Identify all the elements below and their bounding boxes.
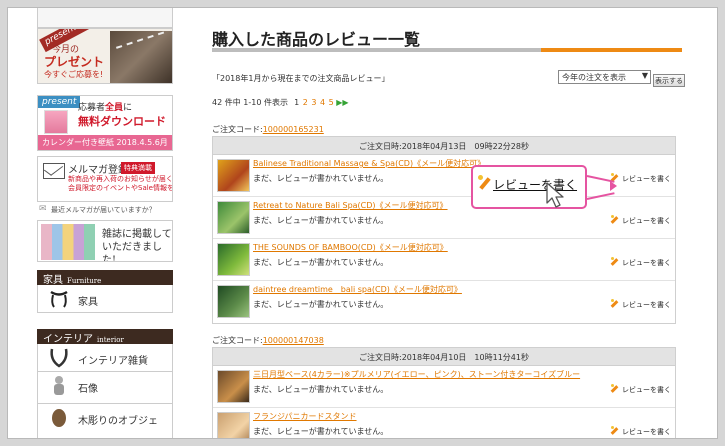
page-link-2[interactable]: 2 (303, 98, 308, 107)
mouse-cursor-icon (546, 182, 564, 208)
product-link[interactable]: Retreat to Nature Bali Spa(CD)《メール便対応可》 (253, 200, 448, 211)
category-item-carving[interactable]: 木彫りのオブジェ (37, 404, 173, 438)
present-tag-2: present (38, 96, 81, 108)
order-code: ご注文コード:100000165231 (212, 125, 324, 134)
category-heading-furniture: 家具 Furniture (37, 270, 173, 286)
write-review-link[interactable]: レビューを書く (611, 215, 671, 226)
product-link[interactable]: Balinese Traditional Massage & Spa(CD)《メ… (253, 158, 485, 169)
product-thumbnail[interactable] (217, 412, 250, 438)
category-heading-interior: インテリア interior (37, 329, 173, 345)
table-row: Balinese Traditional Massage & Spa(CD)《メ… (213, 155, 675, 197)
category-item-statue[interactable]: 石像 (37, 372, 173, 404)
period-select[interactable]: 今年の注文を表示 ▼ (558, 70, 651, 84)
title-underline (212, 48, 682, 52)
download-strip: カレンダー付き壁紙 2018.4.5.6月 (38, 135, 172, 150)
pencil-icon (611, 257, 620, 266)
magazine-banner[interactable]: 雑誌に掲載して いただきました! (37, 220, 173, 262)
pencil-icon (611, 384, 620, 393)
order-code: ご注文コード:100000147038 (212, 336, 324, 345)
write-review-link[interactable]: レビューを書く (611, 299, 671, 310)
product-thumbnail[interactable] (217, 159, 250, 192)
table-row: フランジパニカードスタンド まだ、レビューが書かれていません。 レビューを書く (213, 408, 675, 438)
table-row: daintree dreamtime bali spa(CD)《メール便対応可》… (213, 281, 675, 323)
write-review-link[interactable]: レビューを書く (611, 384, 671, 395)
magazine-image (41, 224, 95, 260)
order-code-link[interactable]: 100000165231 (263, 125, 324, 134)
pencil-icon (611, 299, 620, 308)
review-status: まだ、レビューが書かれていません。 (253, 385, 389, 394)
page-link-1[interactable]: 1 (294, 98, 299, 107)
mailmag-title: メルマガ登録 (68, 165, 128, 176)
review-status: まだ、レビューが書かれていません。 (253, 258, 389, 267)
show-button[interactable]: 表示する (653, 74, 685, 87)
table-row: 三日月型ベース(4カラー)※プルメリア(イエロー、ピンク)、ストーン付きターコイ… (213, 366, 675, 408)
present-line2: プレゼント (44, 55, 105, 69)
page-link-3[interactable]: 3 (311, 98, 316, 107)
carving-icon (52, 409, 66, 427)
period-label: 「2018年1月から現在までの注文商品レビュー」 (212, 74, 390, 83)
product-link[interactable]: フランジパニカードスタンド (253, 411, 357, 422)
product-thumbnail[interactable] (217, 370, 250, 403)
mail-icon (43, 163, 65, 179)
order-block: ご注文日時:2018年04月10日 10時11分41秒 三日月型ベース(4カラー… (212, 347, 676, 438)
next-page-icon[interactable]: ▶▶ (336, 98, 348, 107)
category-label: 石像 (78, 384, 98, 395)
download-line2: 無料ダウンロード (78, 115, 166, 128)
write-review-link[interactable]: レビューを書く (611, 257, 671, 268)
category-item-furniture[interactable]: 家具 (37, 285, 173, 313)
mailmag-banner[interactable]: メルマガ登録 特典満載 新商品や再入荷のお知らせが届く! 会員限定のイベントやSa… (37, 156, 173, 202)
calendar-image (44, 110, 68, 134)
page-frame: present 今月の プレゼント 今すぐご応募を! present 応募者全員… (7, 7, 718, 439)
category-item-interior-goods[interactable]: インテリア雑貨 (37, 344, 173, 372)
product-link[interactable]: 三日月型ベース(4カラー)※プルメリア(イエロー、ピンク)、ストーン付きターコイ… (253, 369, 580, 380)
mailmag-badge: 特典満載 (121, 162, 155, 174)
mail-note-link[interactable]: 最近メルマガが届いていますか？ (37, 205, 173, 217)
product-thumbnail[interactable] (217, 243, 250, 276)
category-label: 木彫りのオブジェ (78, 416, 158, 427)
product-thumbnail[interactable] (217, 201, 250, 234)
product-link[interactable]: daintree dreamtime bali spa(CD)《メール便対応可》 (253, 284, 462, 295)
write-review-callout[interactable]: レビューを書く (471, 165, 587, 209)
stool-icon (50, 290, 68, 308)
order-block: ご注文日時:2018年04月13日 09時22分28秒 Balinese Tra… (212, 136, 676, 324)
write-review-link[interactable]: レビューを書く (611, 426, 671, 437)
review-status: まだ、レビューが書かれていません。 (253, 216, 389, 225)
present-banner[interactable]: present 今月の プレゼント 今すぐご応募を! (37, 28, 173, 84)
pencil-icon (478, 175, 491, 191)
table-row: Retreat to Nature Bali Spa(CD)《メール便対応可》 … (213, 197, 675, 239)
pager-summary: 42 件中 1-10 件表示 (212, 98, 288, 107)
order-code-link[interactable]: 100000147038 (263, 336, 324, 345)
page-title: 購入した商品のレビュー一覧 (212, 30, 421, 49)
category-label: 家具 (78, 297, 98, 308)
horn-icon (50, 348, 68, 368)
product-link[interactable]: THE SOUNDS OF BAMBOO(CD)《メール便対応可》 (253, 242, 448, 253)
product-thumbnail[interactable] (217, 285, 250, 318)
callout-arrow-head (610, 181, 617, 191)
order-date: ご注文日時:2018年04月13日 09時22分28秒 (213, 137, 675, 155)
mailmag-desc: 新商品や再入荷のお知らせが届く!会員限定のイベントやSale情報をお届け (68, 175, 173, 192)
page-link-5[interactable]: 5 (329, 98, 334, 107)
review-status: まだ、レビューが書かれていません。 (253, 174, 389, 183)
download-line1: 応募者全員に (78, 103, 133, 113)
magazine-text: 雑誌に掲載して いただきました! (102, 229, 172, 262)
present-line3: 今すぐご応募を! (44, 70, 104, 79)
wood-photo (110, 31, 172, 83)
order-date: ご注文日時:2018年04月10日 10時11分41秒 (213, 348, 675, 366)
review-status: まだ、レビューが書かれていません。 (253, 300, 389, 309)
write-review-link[interactable]: レビューを書く (611, 173, 671, 184)
sidebar-top-strip (37, 8, 173, 28)
table-row: THE SOUNDS OF BAMBOO(CD)《メール便対応可》 まだ、レビュ… (213, 239, 675, 281)
pencil-icon (611, 215, 620, 224)
chevron-down-icon: ▼ (641, 71, 648, 80)
category-label: インテリア雑貨 (78, 356, 148, 367)
review-status: まだ、レビューが書かれていません。 (253, 427, 389, 436)
pencil-icon (611, 426, 620, 435)
page-link-4[interactable]: 4 (320, 98, 325, 107)
statue-icon (54, 376, 64, 395)
pagination: 42 件中 1-10 件表示 1 2 3 4 5 ▶▶ (212, 97, 349, 108)
calendar-download-banner[interactable]: present 応募者全員に 無料ダウンロード カレンダー付き壁紙 2018.4… (37, 95, 173, 151)
